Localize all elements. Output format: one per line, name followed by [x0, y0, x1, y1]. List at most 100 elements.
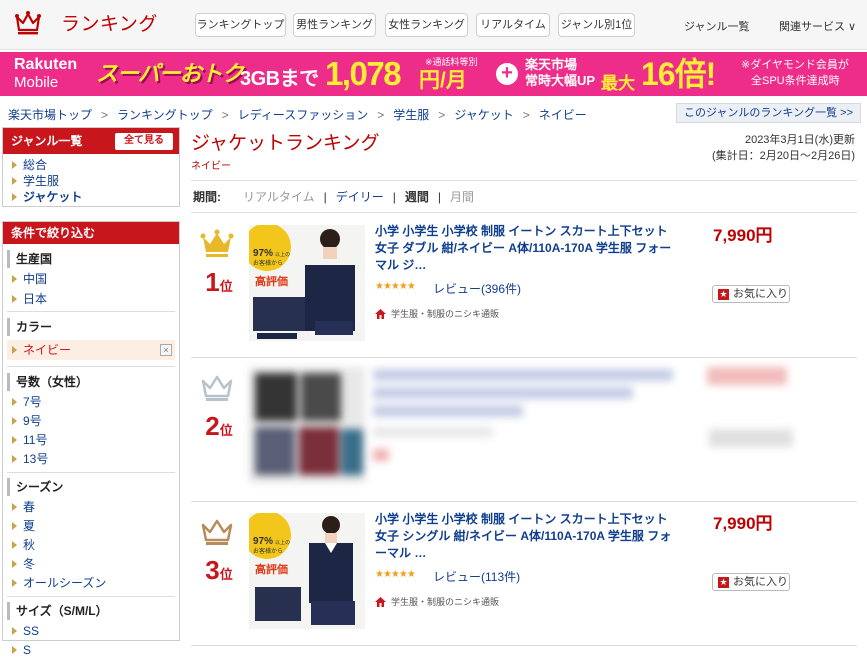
filter-size-7[interactable]: 7号: [3, 394, 179, 410]
shop-name[interactable]: 学生服・制服のニシキ通販: [391, 595, 499, 608]
blurred-jacket-red: [299, 427, 339, 475]
crumb-separator: >: [101, 107, 109, 122]
banner-max: 最大: [601, 74, 635, 93]
period-weekly[interactable]: 週間: [405, 188, 429, 205]
product-title[interactable]: 小学 小学生 小学校 制服 イートン スカート上下セット 女子 ダブル 紺/ネイ…: [375, 223, 675, 274]
favorite-button[interactable]: ★ お気に入り: [712, 573, 790, 591]
banner-mobile-logo: Mobile: [14, 74, 59, 91]
genre-school-uniform[interactable]: 学生服: [3, 173, 179, 189]
update-info: 2023年3月1日(水)更新 (集計日：2月20日～2月26日): [712, 132, 855, 164]
period-monthly[interactable]: 月間: [450, 188, 474, 205]
crumb-ranking-top[interactable]: ランキングトップ: [117, 106, 213, 123]
filter-season-all[interactable]: オールシーズン: [3, 575, 179, 591]
nav-realtime[interactable]: リアルタイム: [476, 13, 550, 37]
blurred-review: [373, 427, 493, 437]
filter-season-summer[interactable]: 夏: [3, 518, 179, 534]
filter-season-spring[interactable]: 春: [3, 499, 179, 515]
ranking-item-3: 3位 97% 以上の お客様から 高評価 小学 小学生 小学校 制服 イートン …: [191, 501, 857, 646]
product-title[interactable]: 小学 小学生 小学校 制服 イートン スカート上下セット 女子 シングル 紺/ネ…: [375, 511, 675, 562]
brand-title: ランキング: [61, 14, 158, 35]
period-separator: |: [437, 189, 442, 204]
blurred-shop: [373, 449, 389, 461]
genre-jacket[interactable]: ジャケット: [3, 189, 179, 205]
favorite-button[interactable]: ★ お気に入り: [712, 285, 790, 303]
genre-box-title: ジャンル一覧: [11, 134, 83, 148]
filter-season-autumn[interactable]: 秋: [3, 537, 179, 553]
ranking-brand[interactable]: ランキング: [14, 9, 158, 36]
ranking-item-1: 1位 97% 以上の お客様から 高評価 小学 小学生 小学校 制服 イートン …: [191, 213, 857, 358]
badge-text2: お客様から: [253, 547, 283, 555]
period-selector: 期間: リアルタイム | デイリー | 週間 | 月間: [193, 188, 474, 205]
product-image[interactable]: 97% 以上の お客様から 高評価: [249, 513, 365, 629]
badge-text1: 以上の: [275, 251, 290, 258]
uniform-photo-icon: 97% 以上の お客様から 高評価: [249, 225, 365, 341]
nav-men-ranking[interactable]: 男性ランキング: [293, 13, 376, 37]
filter-size-9[interactable]: 9号: [3, 413, 179, 429]
updated-date: 2023年3月1日(水)更新: [744, 134, 855, 146]
filter-color-navy[interactable]: ネイビー: [7, 340, 175, 360]
genre-box: ジャンル一覧 全て見る 総合 学生服 ジャケット: [2, 127, 180, 207]
ranking-item-2: 2位: [191, 357, 857, 502]
blurred-jacket-gray: [301, 373, 341, 421]
period-realtime[interactable]: リアルタイム: [243, 188, 315, 205]
filter-size-women-label: 号数（女性）: [7, 373, 175, 391]
filter-size-s[interactable]: S: [3, 642, 179, 658]
filter-origin-japan[interactable]: 日本: [3, 291, 179, 307]
related-services-link[interactable]: 関連サービス ∨: [779, 18, 856, 34]
top-header: ランキング ランキングトップ 男性ランキング 女性ランキング リアルタイム ジャ…: [0, 0, 867, 50]
gold-crown-icon: [200, 229, 234, 257]
genre-all[interactable]: 総合: [3, 157, 179, 173]
crumb-jacket[interactable]: ジャケット: [454, 106, 513, 123]
rank-number: 2位: [205, 411, 233, 441]
divider: [191, 180, 857, 181]
rating-stars-icon: ★★★★★: [375, 281, 416, 292]
crumb-ladies-fashion[interactable]: レディースファッション: [238, 106, 369, 123]
filter-size-11[interactable]: 11号: [3, 432, 179, 448]
promo-banner[interactable]: Rakuten Mobile スーパーおトク 3GBまで 1,078 ※通話料等…: [0, 52, 867, 96]
period-separator: |: [323, 189, 327, 204]
badge-pct: 97%: [253, 248, 273, 259]
nav-ranking-top[interactable]: ランキングトップ: [195, 13, 286, 37]
blurred-title-line: [373, 405, 523, 417]
clear-filter-icon[interactable]: ×: [160, 344, 172, 356]
filter-season-winter[interactable]: 冬: [3, 556, 179, 572]
shop-info[interactable]: 学生服・制服のニシキ通販: [375, 307, 499, 320]
nav-women-ranking[interactable]: 女性ランキング: [385, 13, 468, 37]
badge-text1: 以上の: [275, 539, 290, 546]
filter-box: 条件で絞り込む 生産国 中国 日本 カラー ネイビー × 号数（女性） 7号 9…: [2, 221, 180, 657]
crumb-rakuten-top[interactable]: 楽天市場トップ: [8, 106, 92, 123]
see-all-button[interactable]: 全て見る: [115, 133, 173, 150]
shop-house-icon: [375, 308, 386, 319]
review-link[interactable]: レビュー(396件): [433, 280, 521, 297]
divider: [7, 311, 175, 312]
genre-list-link[interactable]: ジャンル一覧: [684, 18, 749, 34]
page-subtitle: ネイビー: [191, 161, 231, 172]
crumb-school-uniform[interactable]: 学生服: [393, 106, 429, 123]
shop-info[interactable]: 学生服・制服のニシキ通販: [375, 595, 499, 608]
period-separator: |: [392, 189, 396, 204]
crumb-navy[interactable]: ネイビー: [539, 106, 587, 123]
filter-size-ss[interactable]: SS: [3, 623, 179, 639]
rank-number: 1位: [205, 267, 233, 297]
filter-header: 条件で絞り込む: [3, 222, 179, 244]
review-link[interactable]: レビュー(113件): [433, 568, 520, 585]
blurred-price: [707, 367, 787, 385]
uniform-photo-icon: 97% 以上の お客様から 高評価: [249, 513, 365, 629]
silver-crown-icon: [201, 375, 233, 401]
shop-house-icon: [375, 596, 386, 607]
product-image[interactable]: 97% 以上の お客様から 高評価: [249, 225, 365, 341]
genre-ranking-list-button[interactable]: このジャンルのランキング一覧 >>: [676, 103, 861, 123]
filter-color-selected[interactable]: ネイビー ×: [7, 340, 175, 360]
filter-origin-china[interactable]: 中国: [3, 271, 179, 287]
filter-size-13[interactable]: 13号: [3, 451, 179, 467]
product-price: 7,990円: [713, 514, 773, 533]
banner-rakuten-logo: Rakuten: [14, 56, 78, 73]
period-daily[interactable]: デイリー: [336, 188, 384, 205]
blurred-jacket-blue: [255, 427, 295, 475]
favorite-star-icon: ★: [718, 576, 729, 588]
nav-genre-first[interactable]: ジャンル別1位: [558, 13, 635, 37]
shop-name[interactable]: 学生服・制服のニシキ通販: [391, 307, 499, 320]
filter-size-label: サイズ（S/M/L）: [7, 602, 175, 620]
banner-super-text: スーパーおトク: [96, 61, 244, 86]
badge-pct: 97%: [253, 536, 273, 547]
